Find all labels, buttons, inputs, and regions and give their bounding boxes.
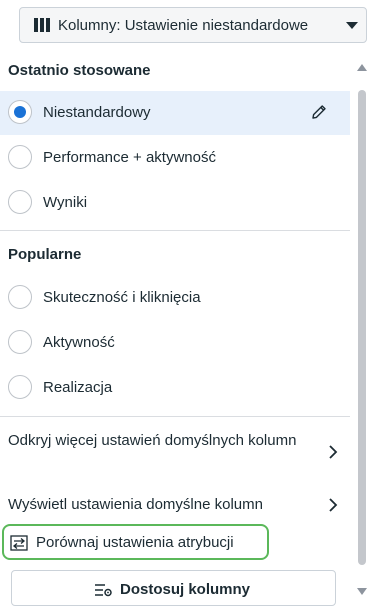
section-title-popular: Popularne <box>8 246 82 263</box>
menu-item-skutecznosc[interactable]: Skuteczność i kliknięcia <box>0 276 350 320</box>
menu-item-aktywnosc[interactable]: Aktywność <box>0 321 350 365</box>
menu-item-label: Aktywność <box>43 334 115 351</box>
pencil-icon[interactable] <box>310 103 328 121</box>
divider <box>0 230 350 231</box>
link-label: Wyświetl ustawienia domyślne kolumn <box>8 496 263 513</box>
scroll-up-arrow-icon[interactable] <box>357 64 367 71</box>
compare-icon <box>10 535 28 551</box>
menu-scrollbar[interactable] <box>354 58 370 603</box>
caret-down-icon <box>346 22 358 29</box>
menu-item-label: Skuteczność i kliknięcia <box>43 289 201 306</box>
columns-dropdown-label: Kolumny: Ustawienie niestandardowe <box>58 16 309 34</box>
compare-attribution-button[interactable]: Porównaj ustawienia atrybucji <box>2 524 269 560</box>
link-discover-defaults[interactable]: Odkryj więcej ustawień domyślnych kolumn <box>0 426 350 478</box>
menu-item-performance[interactable]: Performance + aktywność <box>0 136 350 180</box>
menu-item-niestandardowy[interactable]: Niestandardowy <box>0 91 350 135</box>
link-label: Odkryj więcej ustawień domyślnych kolumn <box>8 432 297 449</box>
menu-item-label: Niestandardowy <box>43 104 151 121</box>
scrollbar-thumb[interactable] <box>358 90 366 565</box>
chevron-right-icon <box>329 498 338 512</box>
compare-attribution-label: Porównaj ustawienia atrybucji <box>36 534 234 551</box>
menu-item-label: Realizacja <box>43 379 113 396</box>
radio-button[interactable] <box>8 190 32 214</box>
customize-columns-button[interactable]: Dostosuj kolumny <box>11 570 336 606</box>
radio-button[interactable] <box>8 285 32 309</box>
columns-dropdown-button[interactable]: Kolumny: Ustawienie niestandardowe <box>19 7 367 43</box>
radio-button[interactable] <box>8 145 32 169</box>
chevron-right-icon <box>329 445 338 459</box>
section-title-recent: Ostatnio stosowane <box>8 62 151 79</box>
customize-columns-label: Dostosuj kolumny <box>120 581 251 598</box>
columns-icon <box>34 18 50 32</box>
link-view-defaults[interactable]: Wyświetl ustawienia domyślne kolumn <box>0 490 350 520</box>
radio-button[interactable] <box>8 100 32 124</box>
menu-item-wyniki[interactable]: Wyniki <box>0 181 350 225</box>
customize-columns-icon <box>95 584 112 597</box>
top-toolbar: Kolumny: Ustawienie niestandardowe <box>0 0 370 58</box>
menu-item-label: Wyniki <box>43 194 88 211</box>
columns-menu: Ostatnio stosowane Niestandardowy Perfor… <box>0 58 370 603</box>
radio-button[interactable] <box>8 330 32 354</box>
divider <box>0 416 350 417</box>
scroll-down-arrow-icon[interactable] <box>357 588 367 595</box>
menu-item-realizacja[interactable]: Realizacja <box>0 366 350 410</box>
menu-item-label: Performance + aktywność <box>43 149 216 166</box>
radio-button[interactable] <box>8 375 32 399</box>
